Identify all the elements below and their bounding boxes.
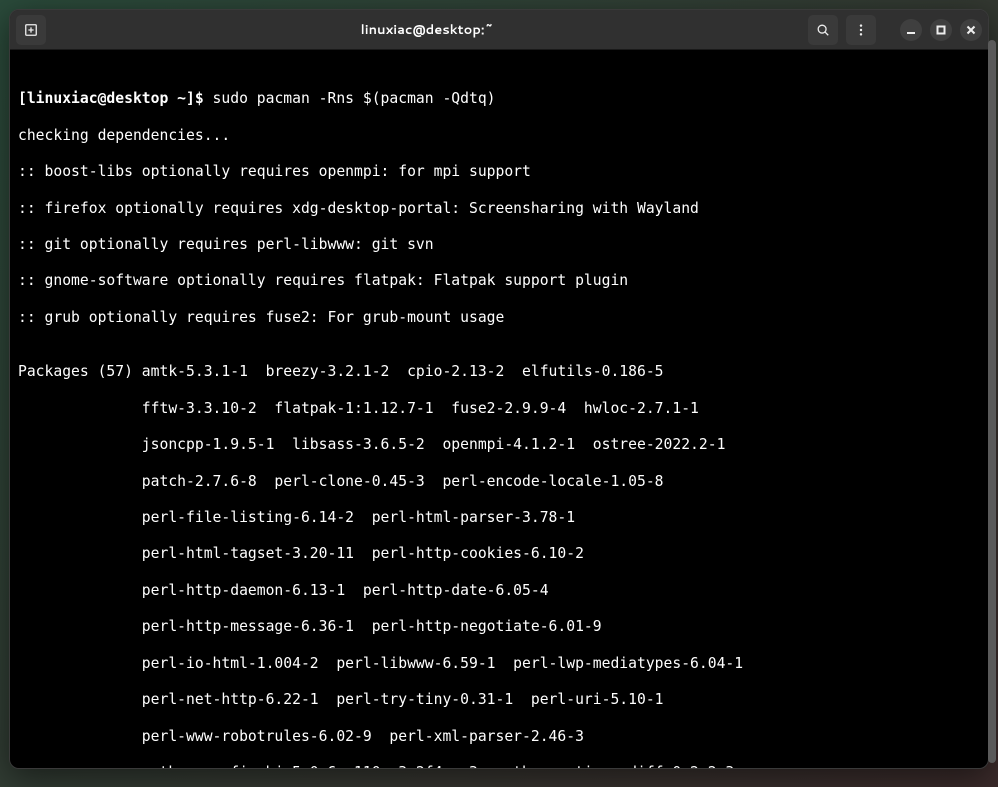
- kebab-menu-icon: [854, 23, 868, 37]
- close-icon: [966, 25, 976, 35]
- minimize-button[interactable]: [900, 19, 922, 41]
- terminal-output-line: perl-net-http-6.22-1 perl-try-tiny-0.31-…: [18, 691, 980, 709]
- new-tab-icon: [24, 23, 38, 37]
- titlebar: linuxiac@desktop:~: [10, 10, 988, 50]
- terminal-output-line: fftw-3.3.10-2 flatpak-1:1.12.7-1 fuse2-2…: [18, 400, 980, 418]
- maximize-button[interactable]: [930, 19, 952, 41]
- scrollbar-thumb[interactable]: [988, 40, 989, 763]
- titlebar-right: [808, 15, 982, 45]
- search-icon: [816, 23, 830, 37]
- terminal-output-line: perl-http-daemon-6.13-1 perl-http-date-6…: [18, 582, 980, 600]
- terminal-output-line: patch-2.7.6-8 perl-clone-0.45-3 perl-enc…: [18, 473, 980, 491]
- maximize-icon: [936, 25, 946, 35]
- minimize-icon: [906, 25, 916, 35]
- terminal-window: linuxiac@desktop:~: [9, 9, 989, 769]
- terminal-output-line: checking dependencies...: [18, 127, 980, 145]
- window-title: linuxiac@desktop:~: [46, 21, 808, 39]
- command-text: sudo pacman -Rns $(pacman -Qdtq): [204, 90, 496, 107]
- terminal-output-line: jsoncpp-1.9.5-1 libsass-3.6.5-2 openmpi-…: [18, 436, 980, 454]
- prompt-symbol: $: [195, 90, 204, 107]
- search-button[interactable]: [808, 15, 838, 45]
- terminal-output-line: :: gnome-software optionally requires fl…: [18, 272, 980, 290]
- terminal-output-line: perl-http-message-6.36-1 perl-http-negot…: [18, 618, 980, 636]
- close-button[interactable]: [960, 19, 982, 41]
- terminal-output-line: perl-html-tagset-3.20-11 perl-http-cooki…: [18, 545, 980, 563]
- terminal-output-line: :: firefox optionally requires xdg-deskt…: [18, 200, 980, 218]
- new-tab-button[interactable]: [16, 15, 46, 45]
- menu-button[interactable]: [846, 15, 876, 45]
- scrollbar[interactable]: [986, 40, 989, 769]
- terminal-output-line: perl-io-html-1.004-2 perl-libwww-6.59-1 …: [18, 655, 980, 673]
- terminal-output-line: perl-file-listing-6.14-2 perl-html-parse…: [18, 509, 980, 527]
- terminal-body[interactable]: [linuxiac@desktop ~]$ sudo pacman -Rns $…: [10, 50, 988, 768]
- terminal-output-line: python-configobj-5.0.6.r110.g3e2f4cc-3 p…: [18, 764, 980, 768]
- terminal-output-line: :: git optionally requires perl-libwww: …: [18, 236, 980, 254]
- prompt-user-host: [linuxiac@desktop ~]: [18, 90, 195, 107]
- terminal-output-line: Packages (57) amtk-5.3.1-1 breezy-3.2.1-…: [18, 363, 980, 381]
- terminal-output-line: perl-www-robotrules-6.02-9 perl-xml-pars…: [18, 728, 980, 746]
- terminal-output-line: :: boost-libs optionally requires openmp…: [18, 163, 980, 181]
- titlebar-left: [16, 15, 46, 45]
- prompt-line: [linuxiac@desktop ~]$ sudo pacman -Rns $…: [18, 90, 980, 108]
- terminal-output-line: :: grub optionally requires fuse2: For g…: [18, 309, 980, 327]
